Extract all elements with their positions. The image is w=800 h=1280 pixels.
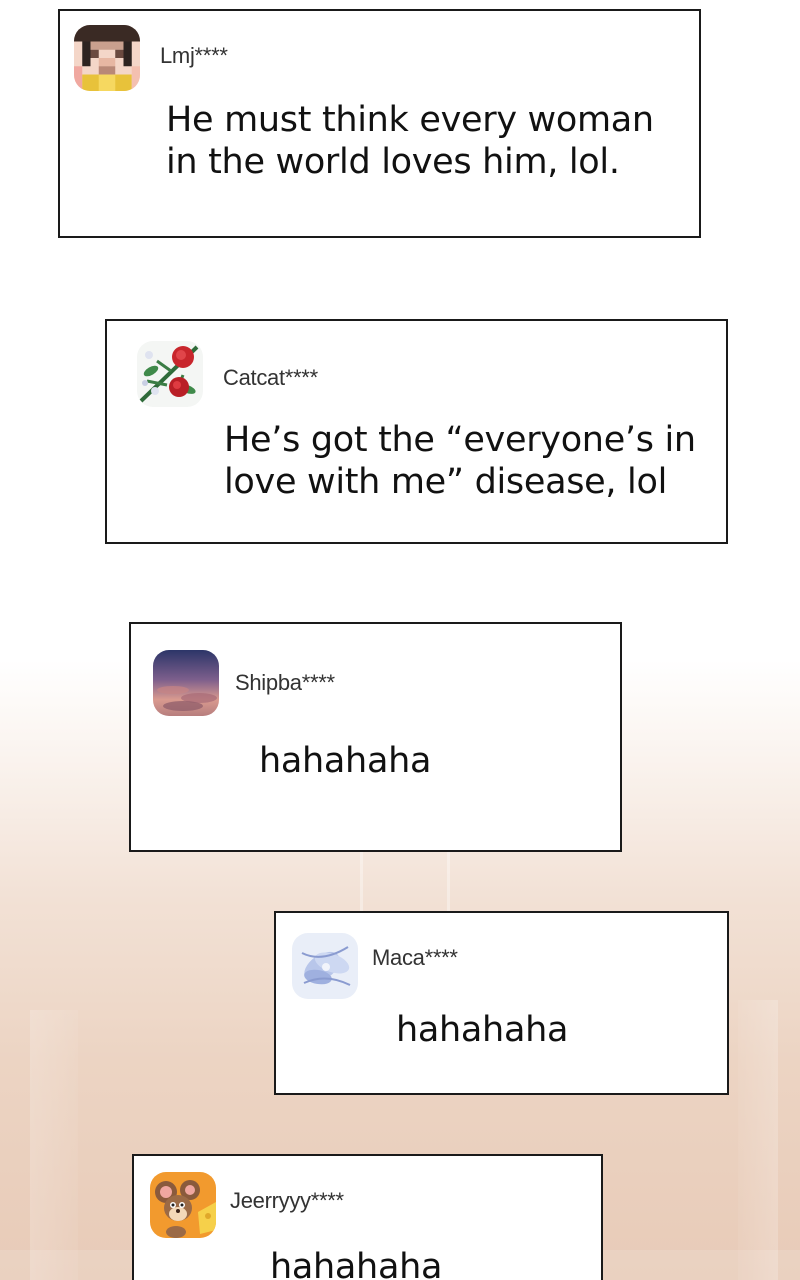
comment-card: Lmj**** He must think every woman in the… — [58, 9, 701, 238]
username: Lmj**** — [160, 43, 228, 68]
username: Catcat**** — [223, 365, 318, 390]
comment-card: Catcat**** He’s got the “everyone’s in l… — [105, 319, 728, 544]
comment-card: Jeerryyy**** hahahaha — [132, 1154, 603, 1280]
cartoon-mouse-avatar-icon[interactable] — [150, 1172, 216, 1238]
username: Jeerryyy**** — [230, 1188, 344, 1213]
comment-line: He’s got the “everyone’s in — [224, 420, 696, 460]
comment-card: Maca**** hahahaha — [274, 911, 729, 1095]
blue-flower-avatar-icon[interactable] — [292, 933, 358, 999]
comment-text: hahahaha — [270, 1246, 570, 1280]
username: Shipba**** — [235, 670, 335, 695]
background-pillar-left — [30, 1010, 78, 1280]
background-pillar-right — [738, 1000, 778, 1280]
comment-line: in the world loves him, lol. — [166, 142, 620, 182]
sunset-sky-avatar-icon[interactable] — [153, 650, 219, 716]
comment-text: hahahaha — [259, 740, 559, 782]
comment-text: hahahaha — [396, 1009, 696, 1051]
red-flowers-avatar-icon[interactable] — [137, 341, 203, 407]
username: Maca**** — [372, 945, 458, 970]
pixelated-person-avatar-icon[interactable] — [74, 25, 140, 91]
comment-line: hahahaha — [259, 741, 432, 781]
comment-card: Shipba**** hahahaha — [129, 622, 622, 852]
comment-line: love with me” disease, lol — [224, 462, 668, 502]
comment-line: hahahaha — [396, 1010, 569, 1050]
comment-line: He must think every woman — [166, 100, 654, 140]
comment-text: He must think every woman in the world l… — [166, 99, 686, 183]
comment-line: hahahaha — [270, 1247, 443, 1280]
comment-text: He’s got the “everyone’s in love with me… — [224, 419, 714, 503]
